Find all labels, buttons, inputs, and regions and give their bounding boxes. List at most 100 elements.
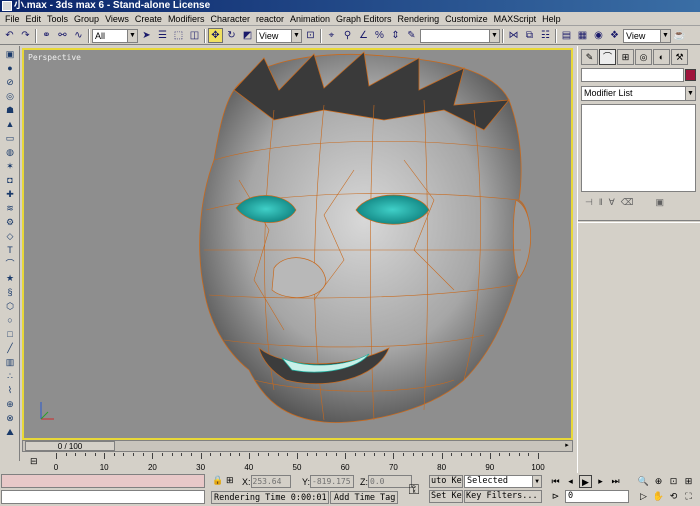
percent-snap-icon[interactable]: %: [372, 28, 387, 43]
configure-sets-icon[interactable]: ▣: [655, 197, 664, 208]
track-bar[interactable]: ⊟ 0 10 20 30 40 50 60 70 80 90 100: [22, 453, 573, 473]
create-spacewarp-icon[interactable]: ≋: [3, 202, 17, 214]
field-of-view-icon[interactable]: ▷: [637, 490, 650, 503]
perspective-viewport[interactable]: Perspective: [22, 48, 573, 440]
select-and-scale-icon[interactable]: ◩: [240, 28, 255, 43]
previous-frame-icon[interactable]: ◂: [564, 475, 577, 488]
manipulate-icon[interactable]: ⌖: [324, 28, 339, 43]
menu-help[interactable]: Help: [539, 12, 564, 26]
render-scene-icon[interactable]: ❖: [607, 28, 622, 43]
play-icon[interactable]: ▶: [579, 475, 592, 488]
show-end-result-icon[interactable]: ‖: [599, 197, 603, 207]
key-mode-toggle-icon[interactable]: ⊳: [549, 490, 562, 503]
auto-key-button[interactable]: uto Key: [429, 475, 463, 488]
next-frame-icon[interactable]: ▸: [594, 475, 607, 488]
create-text-icon[interactable]: T: [3, 244, 17, 256]
time-slider[interactable]: ◂ 0 / 100 ▸: [22, 440, 573, 452]
named-selection-select[interactable]: ▼: [420, 28, 500, 43]
create-sphere-icon[interactable]: ●: [3, 62, 17, 74]
unlink-icon[interactable]: ⚯: [55, 28, 70, 43]
bind-space-warp-icon[interactable]: ∿: [71, 28, 86, 43]
arc-rotate-icon[interactable]: ⟲: [667, 490, 680, 503]
align-icon[interactable]: ⧉: [522, 28, 537, 43]
x-field[interactable]: 253.64: [250, 475, 291, 488]
viewport-label[interactable]: Perspective: [28, 53, 81, 62]
time-slider-next-icon[interactable]: ▸: [562, 441, 572, 451]
create-terrain-icon[interactable]: ⛰: [3, 426, 17, 438]
zoom-icon[interactable]: 🔍: [637, 475, 650, 488]
go-to-end-icon[interactable]: ⏭: [609, 475, 622, 488]
redo-icon[interactable]: ↷: [18, 28, 33, 43]
selection-filter-select[interactable]: All ▼: [92, 28, 138, 43]
render-type-select[interactable]: View ▼: [623, 28, 671, 43]
make-unique-icon[interactable]: ∀: [609, 197, 615, 208]
spinner-snap-icon[interactable]: ⇕: [388, 28, 403, 43]
menu-tools[interactable]: Tools: [44, 12, 71, 26]
maxscript-output[interactable]: [1, 474, 205, 488]
modifier-stack[interactable]: [581, 104, 696, 192]
create-tube-icon[interactable]: ◍: [3, 146, 17, 158]
utilities-tab-icon[interactable]: ⚒: [671, 49, 688, 65]
schematic-view-icon[interactable]: ▦: [575, 28, 590, 43]
menu-maxscript[interactable]: MAXScript: [491, 12, 540, 26]
create-boolean-icon[interactable]: ⊕: [3, 398, 17, 410]
menu-file[interactable]: File: [2, 12, 23, 26]
track-bar-filter-icon[interactable]: ⊟: [30, 456, 38, 467]
menu-edit[interactable]: Edit: [23, 12, 45, 26]
modify-tab-icon[interactable]: ⌒: [599, 49, 616, 65]
add-time-tag-button[interactable]: Add Time Tag: [330, 491, 398, 504]
zoom-extents-icon[interactable]: ⊡: [667, 475, 680, 488]
quick-render-icon[interactable]: ☕: [672, 28, 687, 43]
maximize-viewport-icon[interactable]: ⛶: [682, 490, 695, 503]
select-and-link-icon[interactable]: ⚭: [39, 28, 54, 43]
menu-character[interactable]: Character: [207, 12, 253, 26]
create-camera-icon[interactable]: ◘: [3, 174, 17, 186]
pin-stack-icon[interactable]: ⊣: [585, 197, 593, 208]
layer-manager-icon[interactable]: ☷: [538, 28, 553, 43]
motion-tab-icon[interactable]: ◎: [635, 49, 652, 65]
create-donut-icon[interactable]: ○: [3, 314, 17, 326]
snap-toggle-icon[interactable]: ⚲: [340, 28, 355, 43]
angle-snap-icon[interactable]: ∠: [356, 28, 371, 43]
select-and-move-icon[interactable]: ✥: [208, 28, 223, 43]
set-key-icon[interactable]: ⚿: [402, 477, 426, 501]
mirror-icon[interactable]: ⋈: [506, 28, 521, 43]
create-tab-icon[interactable]: ✎: [581, 49, 598, 65]
create-morph-icon[interactable]: ⊗: [3, 412, 17, 424]
menu-graph-editors[interactable]: Graph Editors: [333, 12, 395, 26]
pivot-center-icon[interactable]: ⊡: [303, 28, 318, 43]
go-to-start-icon[interactable]: ⏮: [549, 475, 562, 488]
create-teapot-icon[interactable]: ☗: [3, 104, 17, 116]
material-editor-icon[interactable]: ◉: [591, 28, 606, 43]
current-frame-field[interactable]: 0: [565, 490, 629, 503]
zoom-all-icon[interactable]: ⊕: [652, 475, 665, 488]
named-selection-edit-icon[interactable]: ✎: [404, 28, 419, 43]
undo-icon[interactable]: ↶: [2, 28, 17, 43]
create-loft-icon[interactable]: ⌇: [3, 384, 17, 396]
display-tab-icon[interactable]: ◐: [653, 49, 670, 65]
absolute-mode-icon[interactable]: ⊞: [226, 475, 234, 486]
key-mode-select[interactable]: Selected ▼: [464, 475, 542, 488]
create-system-icon[interactable]: ⚙: [3, 216, 17, 228]
menu-views[interactable]: Views: [102, 12, 132, 26]
modifier-list-select[interactable]: Modifier List ▼: [581, 86, 696, 101]
create-cylinder-icon[interactable]: ⊘: [3, 76, 17, 88]
menu-customize[interactable]: Customize: [442, 12, 491, 26]
create-ngon-icon[interactable]: ⬡: [3, 300, 17, 312]
create-helix-icon[interactable]: §: [3, 286, 17, 298]
menu-group[interactable]: Group: [71, 12, 102, 26]
reference-coord-select[interactable]: View ▼: [256, 28, 302, 43]
set-key-button[interactable]: Set Key: [429, 490, 463, 503]
menu-create[interactable]: Create: [132, 12, 165, 26]
hierarchy-tab-icon[interactable]: ⊞: [617, 49, 634, 65]
menu-modifiers[interactable]: Modifiers: [165, 12, 208, 26]
create-plane-icon[interactable]: ▭: [3, 132, 17, 144]
object-color-swatch[interactable]: [685, 69, 696, 81]
create-particles-icon[interactable]: ∴: [3, 370, 17, 382]
create-arc-icon[interactable]: ⌒: [3, 258, 17, 270]
create-box-icon[interactable]: ▣: [3, 48, 17, 60]
y-field[interactable]: -819.175: [310, 475, 355, 488]
lock-selection-icon[interactable]: 🔒: [212, 475, 223, 486]
rectangular-selection-icon[interactable]: ⬚: [171, 28, 186, 43]
zoom-extents-all-icon[interactable]: ⊞: [682, 475, 695, 488]
